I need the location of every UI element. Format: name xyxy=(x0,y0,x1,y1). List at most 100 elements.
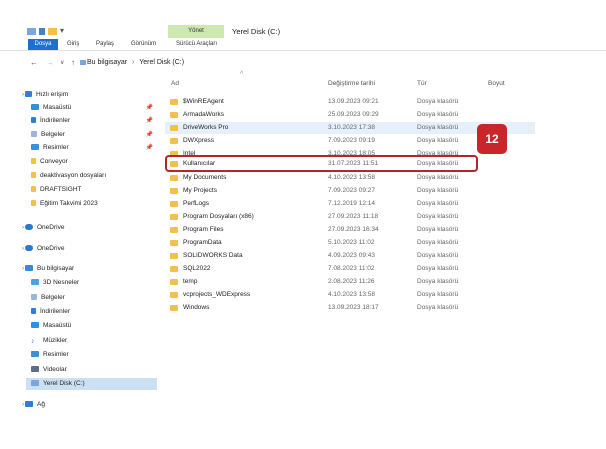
sidebar-label: 3D Nesneler xyxy=(43,279,80,286)
drive-icon xyxy=(31,380,39,386)
sidebar-network[interactable]: › Ağ xyxy=(22,399,152,411)
folder-icon xyxy=(31,158,36,164)
network-icon xyxy=(25,401,33,407)
sidebar-label: Hızlı erişim xyxy=(36,91,69,98)
document-icon xyxy=(31,294,37,300)
sidebar-item-pc-desktop[interactable]: Masaüstü xyxy=(31,320,161,332)
cloud-icon xyxy=(25,245,33,251)
table-row[interactable]: temp 2.08.2023 11:26 Dosya klasörü xyxy=(165,276,535,288)
column-header-date[interactable]: Değiştirme tarihi xyxy=(328,80,375,87)
back-arrow-icon[interactable]: ← xyxy=(30,57,38,69)
sidebar-item-videos[interactable]: Videolar xyxy=(31,364,161,376)
cube-icon xyxy=(31,279,39,285)
column-header-size[interactable]: Boyut xyxy=(488,80,505,87)
table-row[interactable]: SOLIDWORKS Data 4.09.2023 09:43 Dosya klas… xyxy=(165,250,535,262)
chevron-icon: › xyxy=(22,402,24,408)
column-header-name[interactable]: Ad xyxy=(171,80,179,87)
sidebar-item-downloads[interactable]: İndirilenler 📌 xyxy=(31,115,161,127)
table-row[interactable]: ArmadaWorks 25.09.2023 09:29 Dosya klasörü xyxy=(165,109,535,121)
sidebar-item-local-disk[interactable]: Yerel Disk (C:) xyxy=(26,378,157,390)
folder-icon xyxy=(170,188,178,194)
pin-icon[interactable]: 📌 xyxy=(146,129,153,141)
download-icon xyxy=(31,117,36,123)
document-icon xyxy=(31,131,37,137)
sidebar-item-conveyor[interactable]: Conveyor xyxy=(31,156,161,168)
table-row[interactable]: $WinREAgent 13.09.2023 09:21 Dosya klasörü xyxy=(165,96,535,108)
tab-share[interactable]: Paylaş xyxy=(96,39,114,50)
tab-view[interactable]: Görünüm xyxy=(131,39,156,50)
folder-icon xyxy=(170,279,178,285)
sidebar-label: Belgeler xyxy=(41,294,65,301)
recent-dropdown-icon[interactable]: ∨ xyxy=(60,57,64,69)
sidebar-label: Ağ xyxy=(37,401,45,408)
sidebar-item-pc-pictures[interactable]: Resimler xyxy=(31,349,161,361)
table-row[interactable]: Program Files 27.09.2023 16:34 Dosya klasö… xyxy=(165,224,535,236)
sidebar-item-deactivation[interactable]: deaktivasyon dosyaları xyxy=(31,170,161,182)
sidebar-item-desktop[interactable]: Masaüstü 📌 xyxy=(31,102,161,114)
table-row[interactable]: SQL2022 7.08.2023 11:02 Dosya klasörü xyxy=(165,263,535,275)
tab-drive-tools[interactable]: Sürücü Araçları xyxy=(176,39,217,50)
folder-icon xyxy=(170,99,178,105)
crumb-local-disk[interactable]: Yerel Disk (C:) xyxy=(139,59,184,66)
sidebar-label: OneDrive xyxy=(37,245,65,252)
chevron-icon: › xyxy=(22,225,24,231)
sidebar-label: Masaüstü xyxy=(43,322,72,329)
music-icon: ♪ xyxy=(31,338,35,345)
sidebar-label: İndirilenler xyxy=(40,308,70,315)
sidebar-item-music[interactable]: ♪ Müzikler xyxy=(31,335,161,347)
folder-icon xyxy=(170,253,178,259)
up-arrow-icon[interactable]: ↑ xyxy=(71,57,75,69)
tab-home[interactable]: Giriş xyxy=(67,39,79,50)
folder-icon xyxy=(170,240,178,246)
folder-icon xyxy=(170,266,178,272)
folder-icon xyxy=(31,172,36,178)
tab-file[interactable]: Dosya xyxy=(28,39,58,50)
folder-icon xyxy=(170,227,178,233)
quick-access-dropdown-icon[interactable]: ▾ xyxy=(60,26,64,35)
breadcrumb[interactable]: Bu bilgisayar › Yerel Disk (C:) xyxy=(87,57,184,69)
folder-icon xyxy=(170,201,178,207)
sidebar-onedrive-2[interactable]: › OneDrive xyxy=(22,243,152,255)
video-icon xyxy=(31,366,39,372)
sidebar-onedrive-1[interactable]: › OneDrive xyxy=(22,222,152,234)
crumb-this-pc[interactable]: Bu bilgisayar xyxy=(87,59,127,66)
desktop-icon xyxy=(31,322,39,328)
sidebar-label: OneDrive xyxy=(37,224,65,231)
sidebar-quick-access[interactable]: › Hızlı erişim xyxy=(22,89,152,101)
folder-icon xyxy=(31,200,36,206)
download-icon xyxy=(31,308,36,314)
folder-icon xyxy=(170,175,178,181)
sidebar-label: DRAFTSIGHT xyxy=(40,186,82,193)
pin-icon[interactable]: 📌 xyxy=(146,142,153,154)
table-row[interactable]: Windows 13.09.2023 18:17 Dosya klasörü xyxy=(165,302,535,314)
pin-icon[interactable]: 📌 xyxy=(146,115,153,127)
folder-icon xyxy=(170,138,178,144)
sidebar-item-pc-documents[interactable]: Belgeler xyxy=(31,292,161,304)
table-row[interactable]: vcprojects_WDExpress 4.10.2023 13:58 Dosya… xyxy=(165,289,535,301)
folder-icon xyxy=(170,305,178,311)
star-icon xyxy=(25,91,32,97)
sidebar-item-pc-downloads[interactable]: İndirilenler xyxy=(31,306,161,318)
desktop-icon xyxy=(31,104,39,110)
forward-arrow-icon[interactable]: → xyxy=(46,57,54,69)
context-tab-manage[interactable]: Yönet xyxy=(168,25,224,38)
sidebar-item-documents[interactable]: Belgeler 📌 xyxy=(31,129,161,141)
column-header-type[interactable]: Tür xyxy=(417,80,427,87)
sidebar-item-3d-objects[interactable]: 3D Nesneler xyxy=(31,277,161,289)
table-row[interactable]: My Documents 4.10.2023 13:58 Dosya klasörü xyxy=(165,172,535,184)
table-row[interactable]: Program Dosyaları (x86) 27.09.2023 11:18 D… xyxy=(165,211,535,223)
sidebar-item-training-calendar[interactable]: Eğitim Takvimi 2023 xyxy=(31,198,161,210)
pin-icon[interactable]: 📌 xyxy=(146,102,153,114)
pictures-icon xyxy=(31,351,39,357)
sidebar-item-draftsight[interactable]: DRAFTSIGHT xyxy=(31,184,161,196)
sidebar-this-pc[interactable]: › Bu bilgisayar xyxy=(22,263,152,275)
new-folder-icon[interactable] xyxy=(48,28,57,35)
folder-icon xyxy=(170,292,178,298)
chevron-icon: › xyxy=(22,246,24,252)
table-row[interactable]: My Projects 7.09.2023 09:27 Dosya klasörü xyxy=(165,185,535,197)
table-row[interactable]: PerfLogs 7.12.2019 12:14 Dosya klasörü xyxy=(165,198,535,210)
sidebar-label: Resimler xyxy=(43,351,69,358)
sidebar-item-pictures[interactable]: Resimler 📌 xyxy=(31,142,161,154)
table-row[interactable]: ProgramData 5.10.2023 11:02 Dosya klasörü xyxy=(165,237,535,249)
properties-icon[interactable] xyxy=(39,28,45,35)
